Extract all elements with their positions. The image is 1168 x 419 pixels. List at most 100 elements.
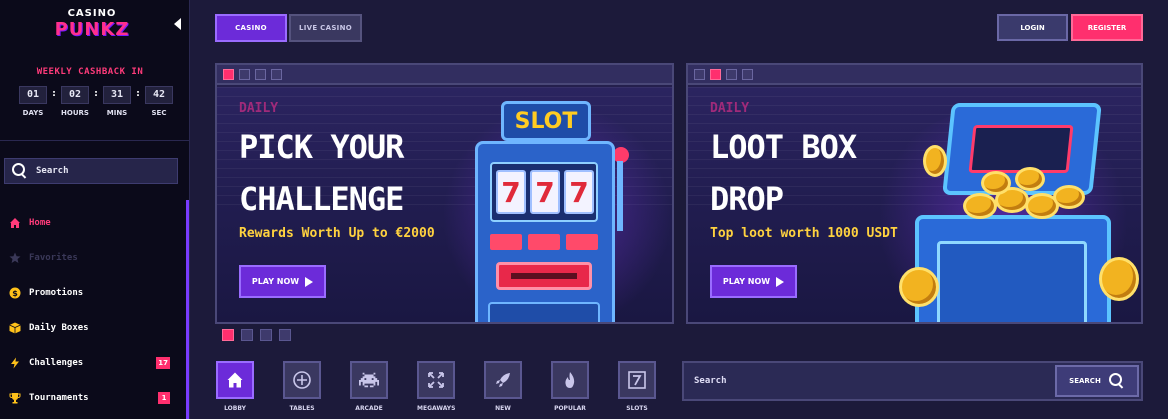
banner-subtitle: Top loot worth 1000 USDT <box>710 226 898 241</box>
sidebar-item-challenges[interactable]: Challenges 17 <box>0 345 186 380</box>
tab-live-casino[interactable]: LIVE CASINO <box>289 14 362 42</box>
cashback-title: WEEKLY CASHBACK IN <box>36 67 144 77</box>
flame-icon <box>551 361 589 399</box>
sidebar-item-label: Daily Boxes <box>29 322 89 333</box>
carousel-dot[interactable] <box>260 329 272 341</box>
category-label: MEGAWAYS <box>417 405 456 412</box>
banner-title-line1: LOOT BOX <box>710 128 857 166</box>
loot-chest-illustration <box>899 97 1141 322</box>
sidebar-scrollbar[interactable] <box>186 200 189 419</box>
sidebar-search[interactable]: Search <box>4 158 178 184</box>
expand-arrows-icon <box>417 361 455 399</box>
challenges-count-badge: 17 <box>156 357 170 369</box>
sidebar-item-label: Challenges <box>29 357 84 368</box>
collapse-sidebar-icon[interactable] <box>174 18 181 30</box>
sidebar-item-home[interactable]: Home <box>0 205 186 240</box>
category-tables[interactable]: TABLES <box>283 361 350 412</box>
sidebar-item-promotions[interactable]: $ Promotions <box>0 275 186 310</box>
window-dot-icon <box>742 69 753 80</box>
sidebar-item-daily-boxes[interactable]: Daily Boxes <box>0 310 186 345</box>
sidebar-item-tournaments[interactable]: Tournaments 1 <box>0 380 186 415</box>
countdown-days-label: DAYS <box>22 109 44 117</box>
countdown-sec: 42 SEC <box>144 86 174 117</box>
countdown-mins: 31 MINS <box>102 86 132 117</box>
banner-title: LOOT BOX DROP <box>710 121 857 225</box>
window-dot-icon <box>271 69 282 80</box>
category-arcade[interactable]: ARCADE <box>350 361 417 412</box>
svg-text:$: $ <box>12 289 18 298</box>
login-button[interactable]: LOGIN <box>997 14 1068 41</box>
lightning-icon <box>9 357 21 369</box>
sidebar-item-label: Tournaments <box>29 392 89 403</box>
window-dot-icon <box>726 69 737 80</box>
window-dot-icon <box>255 69 266 80</box>
countdown-separator: : <box>92 88 100 99</box>
countdown-separator: : <box>50 88 58 99</box>
category-label: SLOTS <box>626 405 648 412</box>
countdown-mins-label: MINS <box>106 109 128 117</box>
tab-casino[interactable]: CASINO <box>215 14 287 42</box>
banner-subtitle: Rewards Worth Up to €2000 <box>239 226 435 241</box>
gold-coin-icon <box>899 267 939 307</box>
slot-sign-text: SLOT <box>514 109 578 134</box>
sidebar-item-favorites[interactable]: Favorites <box>0 240 186 275</box>
carousel-dot[interactable] <box>241 329 253 341</box>
slot-body: 7 7 7 <box>475 141 615 322</box>
slot-seven-icon <box>618 361 656 399</box>
window-dot-icon <box>694 69 705 80</box>
countdown-sec-label: SEC <box>151 109 167 117</box>
play-arrow-icon <box>776 276 785 287</box>
carousel-dots <box>222 329 291 341</box>
window-dot-icon <box>223 69 234 80</box>
chest-box <box>915 215 1111 322</box>
play-now-button[interactable]: PLAY NOW <box>710 265 797 298</box>
countdown-days-value: 01 <box>19 86 47 104</box>
banner-pick-your-challenge[interactable]: SLOT 7 7 7 DAILY PICK YOUR CHALLENGE Rew… <box>215 63 674 324</box>
slot-base <box>488 302 600 322</box>
countdown-sec-value: 42 <box>145 86 173 104</box>
star-icon <box>9 252 21 264</box>
box-icon <box>9 322 21 334</box>
sidebar-item-label: Promotions <box>29 287 84 298</box>
trophy-icon <box>9 392 21 404</box>
casino-punkz-logo[interactable]: CASINO PUNKZ <box>52 8 132 40</box>
logo-line2: PUNKZ <box>54 19 130 40</box>
banner-title-line1: PICK YOUR <box>239 128 404 166</box>
banner-window-bar <box>217 65 672 85</box>
category-slots[interactable]: SLOTS <box>618 361 685 412</box>
slot-reel-window: 7 7 7 <box>490 162 598 222</box>
house-icon <box>216 361 254 399</box>
cashback-countdown: 01 DAYS : 02 HOURS : 31 MINS : 42 SEC <box>18 86 174 117</box>
category-popular[interactable]: POPULAR <box>551 361 618 412</box>
banner-loot-box-drop[interactable]: DAILY LOOT BOX DROP Top loot worth 1000 … <box>686 63 1143 324</box>
category-lobby[interactable]: LOBBY <box>216 361 283 412</box>
logo-line1: CASINO <box>67 8 117 19</box>
category-new[interactable]: NEW <box>484 361 551 412</box>
game-search-input[interactable]: Search <box>694 376 727 386</box>
sidebar-divider <box>0 140 189 141</box>
gold-coin-icon <box>963 193 997 219</box>
carousel-dot[interactable] <box>279 329 291 341</box>
slot-reel: 7 <box>496 170 526 214</box>
gold-coin-icon <box>1015 167 1045 191</box>
countdown-hours-label: HOURS <box>61 109 89 117</box>
play-now-button[interactable]: PLAY NOW <box>239 265 326 298</box>
game-search-bar: Search SEARCH <box>682 361 1143 401</box>
chip-icon <box>283 361 321 399</box>
page: CASINO PUNKZ WEEKLY CASHBACK IN 01 DAYS … <box>0 0 1168 419</box>
gold-coin-icon <box>923 145 947 177</box>
banner-title-line2: CHALLENGE <box>239 180 404 218</box>
gold-coin-icon <box>1053 185 1085 209</box>
house-icon <box>9 217 21 229</box>
category-megaways[interactable]: MEGAWAYS <box>417 361 484 412</box>
tournaments-count-badge: 1 <box>158 392 170 404</box>
search-button[interactable]: SEARCH <box>1055 365 1139 397</box>
dollar-coin-icon: $ <box>9 287 21 299</box>
slot-lever <box>617 161 623 231</box>
banner-title: PICK YOUR CHALLENGE <box>239 121 404 225</box>
register-button[interactable]: REGISTER <box>1071 14 1143 41</box>
carousel-dot[interactable] <box>222 329 234 341</box>
gold-coin-icon <box>981 171 1011 195</box>
slot-buttons <box>490 234 598 250</box>
banner-kicker: DAILY <box>239 101 279 116</box>
